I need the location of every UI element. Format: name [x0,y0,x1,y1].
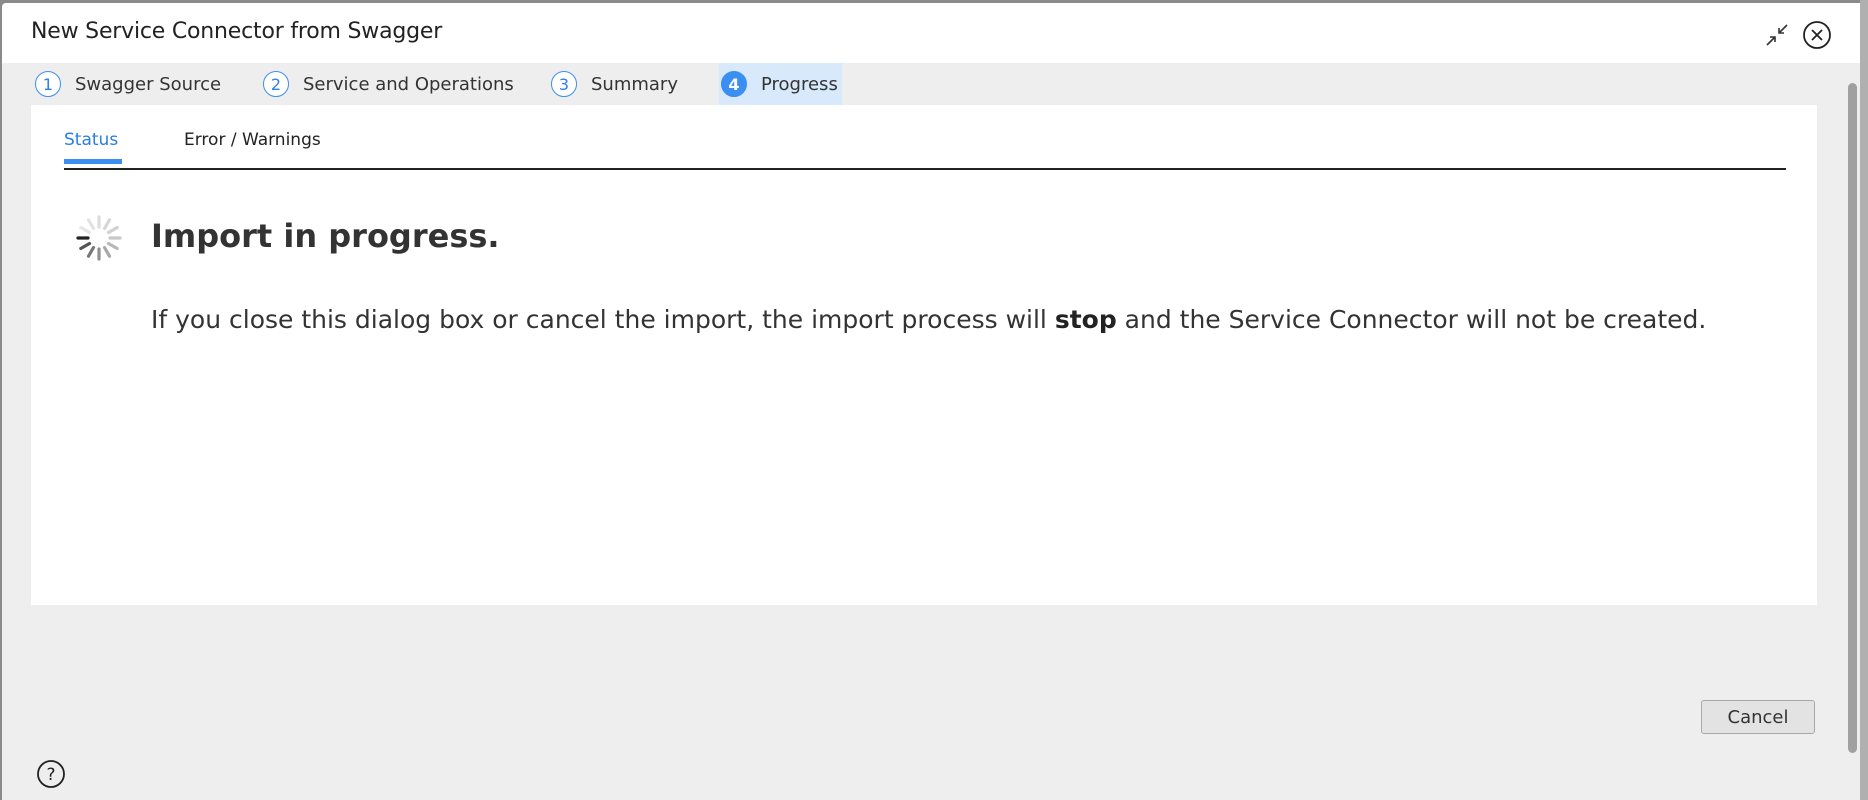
background-edge [1860,0,1868,800]
status-title: Import in progress. [151,217,500,255]
step-number: 1 [35,71,61,97]
svg-text:?: ? [46,765,55,785]
step-summary[interactable]: 3 Summary [551,63,678,105]
dialog-title: New Service Connector from Swagger [31,19,443,44]
collapse-arrows-icon [1766,24,1788,46]
wizard-steps: 1 Swagger Source 2 Service and Operation… [2,63,1868,105]
progress-panel: Status Error / Warnings Import in progre… [31,105,1817,605]
vertical-scrollbar[interactable] [1848,83,1858,753]
collapse-button[interactable] [1762,20,1792,50]
step-label: Progress [761,73,838,95]
tab-status[interactable]: Status [64,130,123,164]
status-message: If you close this dialog box or cancel t… [151,305,1706,334]
help-icon: ? [37,760,65,788]
status-message-text: If you close this dialog box or cancel t… [151,305,1055,334]
cancel-button[interactable]: Cancel [1701,700,1815,734]
close-circle-icon [1803,21,1831,49]
dialog-titlebar: New Service Connector from Swagger [2,3,1868,63]
step-label: Service and Operations [303,73,514,95]
step-number: 4 [721,71,747,97]
tab-bar: Status Error / Warnings [64,105,1786,170]
close-button[interactable] [1802,20,1832,50]
status-message-text-end: and the Service Connector will not be cr… [1116,305,1707,334]
step-label: Summary [591,73,678,95]
step-number: 2 [263,71,289,97]
status-message-emphasis: stop [1054,305,1117,334]
step-number: 3 [551,71,577,97]
scrollbar-thumb[interactable] [1848,83,1857,753]
new-service-connector-dialog: New Service Connector from Swagger 1 Swa… [2,3,1868,800]
step-progress[interactable]: 4 Progress [719,63,842,105]
step-swagger-source[interactable]: 1 Swagger Source [35,63,221,105]
step-label: Swagger Source [75,73,222,95]
help-button[interactable]: ? [36,759,66,789]
loading-spinner-icon [76,215,122,261]
step-service-and-operations[interactable]: 2 Service and Operations [263,63,514,105]
tab-error-warnings[interactable]: Error / Warnings [184,130,321,161]
